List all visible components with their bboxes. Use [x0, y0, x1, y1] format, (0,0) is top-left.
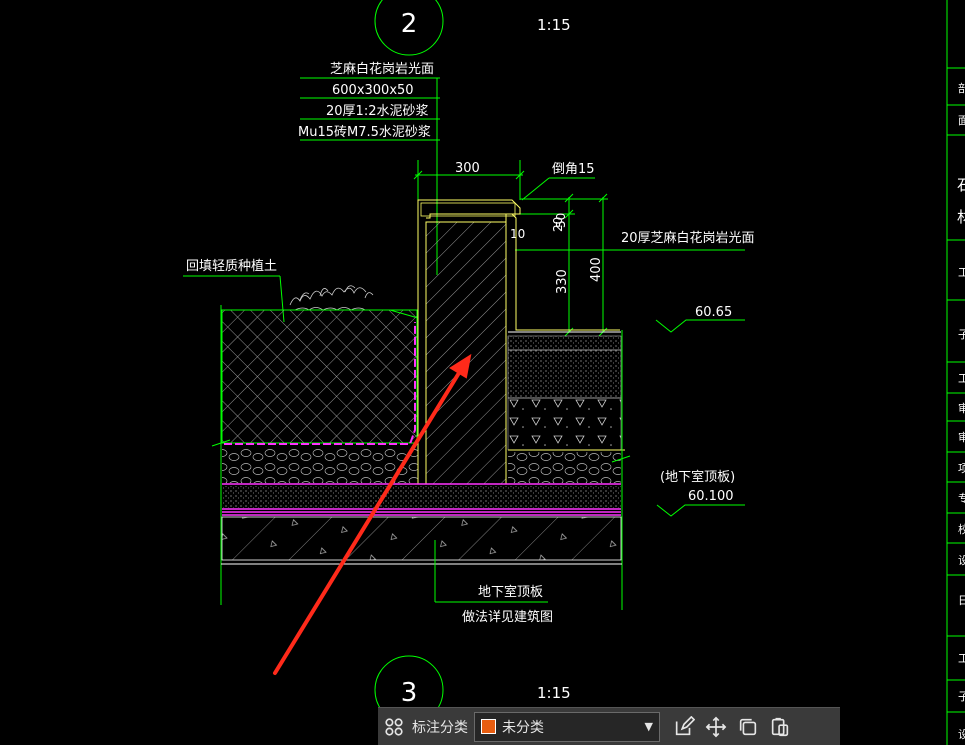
paving-bedding: [507, 335, 622, 351]
chamfer-leader: [521, 177, 595, 201]
tb-glyph: 校: [958, 522, 965, 536]
concrete-layer-right: [507, 397, 622, 451]
backfill-label: 回填轻质种植土: [186, 259, 277, 274]
bottom-callout-line-1: 地下室顶板: [478, 584, 543, 600]
title-block-glyphs: 剖 面 石 材 工 子 工 审 审 项 专 校 设 日 工 子 设: [957, 81, 965, 741]
tb-glyph: 设: [958, 554, 965, 567]
granite-face-label: 20厚芝麻白花岗岩光面: [621, 230, 755, 246]
dim-400-text: 400: [589, 257, 604, 282]
callout-line-4: Mu15砖M7.5水泥砂浆: [298, 125, 431, 140]
dim-10-text: 10: [510, 227, 525, 241]
chevron-down-icon: ▼: [644, 720, 653, 733]
sand-layer: [507, 349, 622, 399]
bottom-callout-line-2: 做法详见建筑图: [462, 609, 553, 625]
detail-number-3: 3: [401, 678, 418, 708]
annotation-category-label: 标注分类: [412, 719, 468, 736]
tb-glyph: 专: [958, 491, 965, 505]
backfill-soil-hatch: [221, 309, 418, 444]
tb-glyph: 剖: [958, 81, 965, 95]
detail-number-2: 2: [401, 9, 418, 39]
tb-glyph: 子: [958, 328, 965, 341]
category-color-swatch: [481, 719, 496, 734]
category-dropdown[interactable]: 未分类 ▼: [474, 711, 660, 742]
leveling-layer: [222, 486, 621, 508]
tb-glyph: 工: [958, 372, 965, 385]
plant-sketch: [289, 285, 374, 311]
tb-glyph: 石: [957, 176, 965, 194]
tb-glyph: 日: [958, 594, 965, 607]
edit-icon[interactable]: [668, 711, 700, 743]
tb-glyph: 子: [958, 690, 965, 703]
elevation-2-text: 60.100: [688, 489, 734, 504]
tb-glyph: 材: [957, 208, 965, 226]
move-icon[interactable]: [700, 711, 732, 743]
tb-glyph: 审: [958, 430, 965, 444]
chamfer-label: 倒角15: [552, 162, 595, 177]
detail-scale-2: 1:15: [537, 16, 571, 34]
tb-glyph: 面: [958, 114, 965, 127]
brick-wall: [425, 221, 507, 485]
callout-line-1: 芝麻白花岗岩光面: [330, 61, 434, 77]
copy-icon[interactable]: [732, 711, 764, 743]
tb-glyph: 工: [958, 652, 965, 665]
category-selected-value: 未分类: [502, 719, 544, 736]
elevation-mark-1: [655, 319, 745, 333]
dim-20-text: 20: [551, 217, 565, 232]
basement-roof-slab: [221, 516, 622, 561]
callout-line-3: 20厚1:2水泥砂浆: [326, 104, 428, 119]
tb-glyph: 审: [958, 401, 965, 415]
gravel-layer-left: [222, 447, 418, 483]
tb-glyph: 工: [958, 266, 965, 279]
tb-glyph: 项: [958, 462, 965, 475]
dim-330-text: 330: [555, 269, 570, 294]
grid-apps-icon[interactable]: [378, 711, 410, 743]
elevation-mark-2: [656, 504, 745, 517]
gravel-layer-right: [508, 452, 621, 483]
tb-glyph: 设: [958, 728, 965, 741]
detail-scale-3: 1:15: [537, 684, 571, 702]
elevation-1-text: 60.65: [695, 305, 732, 320]
callout-line-2: 600x300x50: [332, 83, 414, 98]
paste-icon[interactable]: [764, 711, 796, 743]
dim-300-text: 300: [455, 161, 480, 176]
basement-roof-paren-label: (地下室顶板): [660, 469, 735, 485]
annotation-toolbar: 标注分类 未分类 ▼: [378, 707, 840, 745]
cad-drawing-canvas[interactable]: 2 1:15 芝麻白花岗岩光面 600x300x50 20厚1:2水泥砂浆 Mu…: [0, 0, 965, 745]
